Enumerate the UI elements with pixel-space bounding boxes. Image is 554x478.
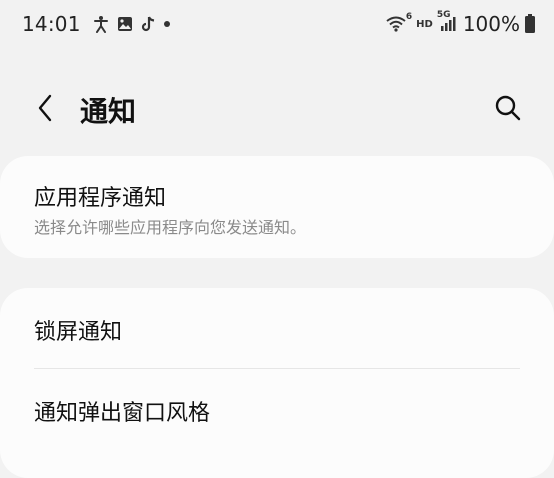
status-right: 6 HD 5G 100%	[386, 10, 536, 38]
status-left: 14:01	[22, 10, 179, 38]
app-notifications-title: 应用程序通知	[34, 186, 167, 211]
popup-style-title: 通知弹出窗口风格	[34, 401, 211, 426]
dot-icon	[163, 20, 171, 28]
battery-icon	[524, 14, 536, 34]
gallery-icon	[117, 16, 133, 32]
tiktok-icon	[141, 16, 155, 32]
chevron-left-icon	[38, 94, 52, 122]
page-title: 通知	[80, 95, 137, 128]
app-notifications-item[interactable]: 应用程序通知 选择允许哪些应用程序向您发送通知。	[0, 156, 554, 258]
back-button[interactable]	[30, 92, 60, 124]
header: 通知	[0, 78, 554, 138]
status-bar: 14:01 6 HD 5G 100%	[0, 0, 554, 48]
search-icon	[495, 95, 521, 121]
notification-options-card: 锁屏通知 通知弹出窗口风格	[0, 288, 554, 478]
lock-screen-notifications-title: 锁屏通知	[34, 320, 123, 345]
app-notifications-subtitle: 选择允许哪些应用程序向您发送通知。	[34, 218, 307, 237]
accessibility-icon	[93, 15, 109, 33]
wifi-sub-label: 6	[405, 12, 413, 22]
wifi-icon: 6	[386, 12, 412, 32]
popup-style-item[interactable]: 通知弹出窗口风格	[0, 369, 554, 449]
app-notifications-card: 应用程序通知 选择允许哪些应用程序向您发送通知。	[0, 156, 554, 258]
lock-screen-notifications-item[interactable]: 锁屏通知	[0, 288, 554, 368]
status-time: 14:01	[22, 12, 81, 36]
network-label: 5G	[436, 10, 451, 20]
hd-label: HD	[416, 18, 433, 30]
battery-percent: 100%	[462, 12, 520, 36]
search-button[interactable]	[492, 92, 524, 124]
signal-icon: 5G	[437, 10, 457, 32]
